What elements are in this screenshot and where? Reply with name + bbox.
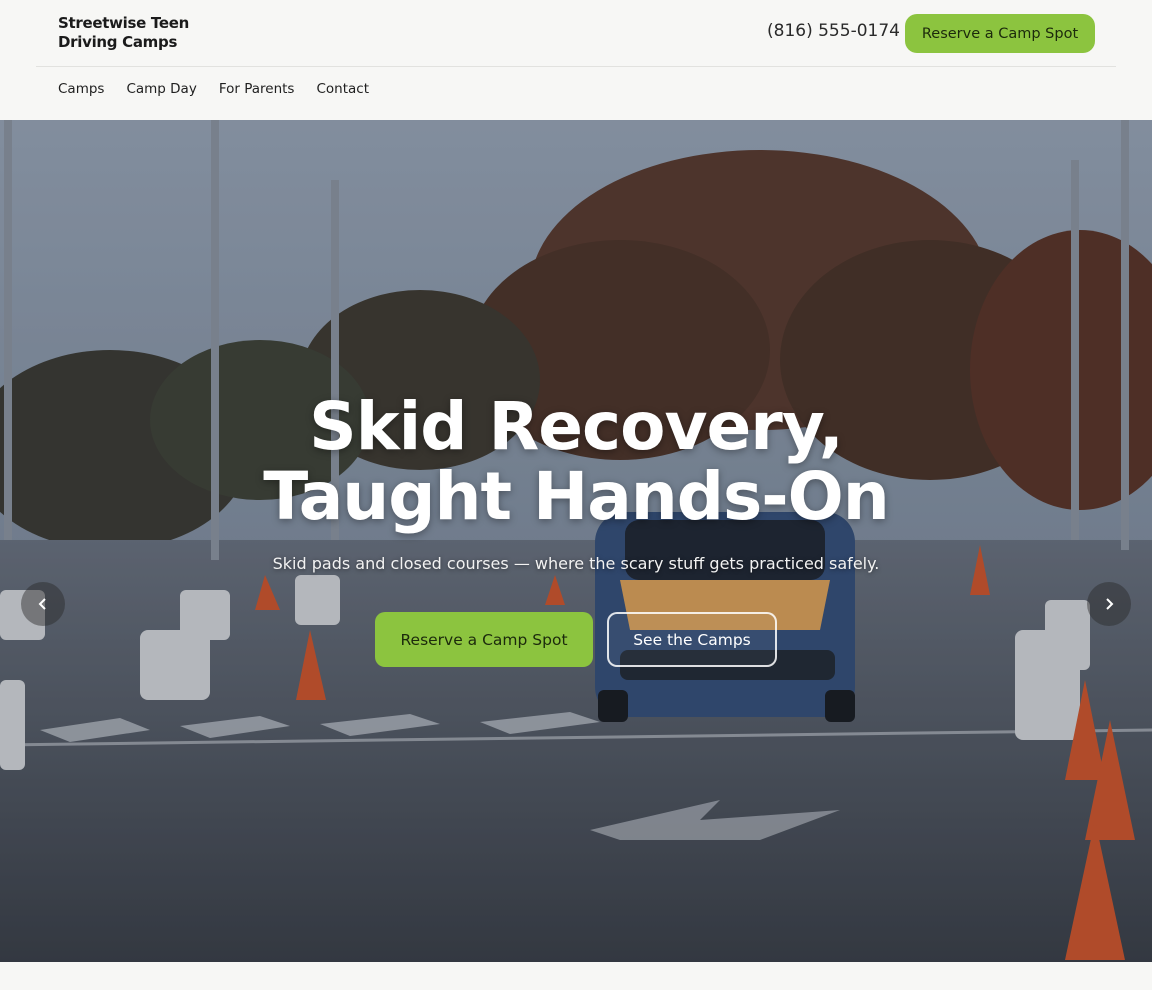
nav-item-camp-day[interactable]: Camp Day: [126, 81, 196, 97]
hero-overlay: [0, 120, 1152, 962]
chevron-right-icon: [1106, 598, 1114, 610]
site-header: Streetwise Teen Driving Camps (816) 555-…: [0, 0, 1152, 120]
hero-title: Skid Recovery, Taught Hands-On: [263, 388, 890, 535]
carousel-next-button[interactable]: [1087, 582, 1131, 626]
hero-reserve-camp-spot-button[interactable]: Reserve a Camp Spot: [375, 612, 593, 667]
nav-item-contact[interactable]: Contact: [316, 81, 369, 97]
nav-item-for-parents[interactable]: For Parents: [219, 81, 295, 97]
phone-number[interactable]: (816) 555-0174: [767, 21, 900, 41]
hero-carousel: Skid Recovery, Taught Hands-On Skid pads…: [0, 120, 1152, 962]
header-divider: [36, 66, 1116, 67]
page-bottom-strip: [0, 962, 1152, 990]
see-the-camps-button[interactable]: See the Camps: [607, 612, 777, 667]
chevron-left-icon: [38, 598, 46, 610]
nav-item-camps[interactable]: Camps: [58, 81, 104, 97]
carousel-prev-button[interactable]: [21, 582, 65, 626]
main-nav: Camps Camp Day For Parents Contact: [58, 81, 369, 97]
brand-logo[interactable]: Streetwise Teen Driving Camps: [58, 14, 248, 52]
reserve-camp-spot-button[interactable]: Reserve a Camp Spot: [905, 14, 1095, 53]
hero-subtitle: Skid pads and closed courses — where the…: [272, 554, 880, 573]
